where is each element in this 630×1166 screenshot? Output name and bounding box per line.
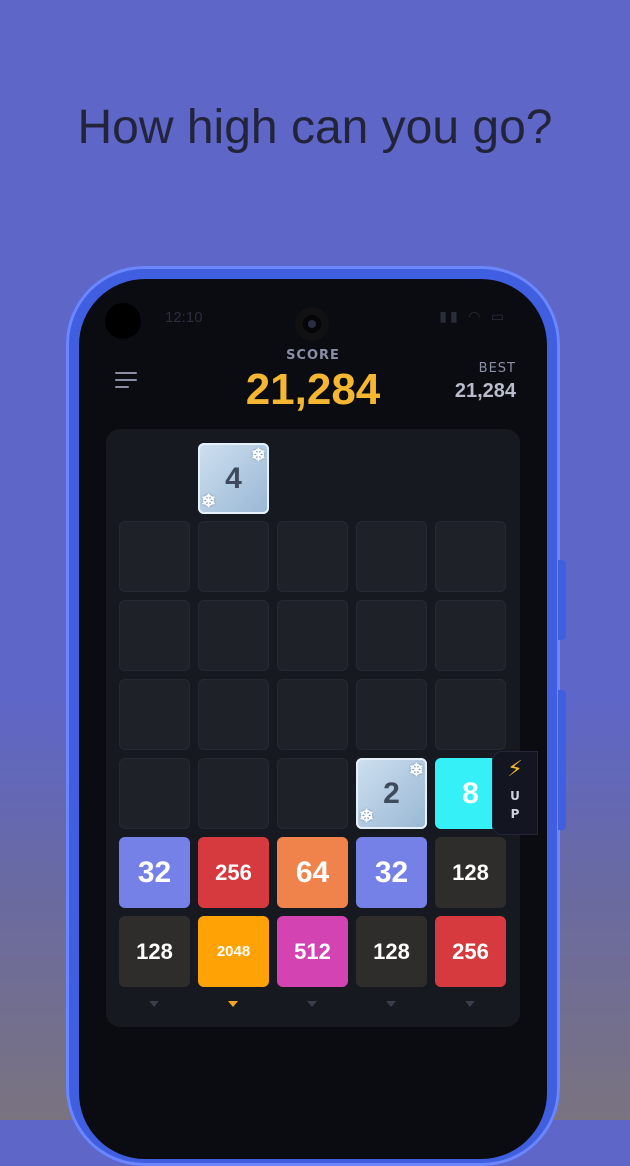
snowflake-icon: ❄ [201, 491, 217, 511]
tile-32: 32 [356, 837, 427, 908]
tile-256: 256 [435, 916, 506, 987]
tile-32: 32 [119, 837, 190, 908]
board-cell [435, 521, 506, 592]
lightning-icon: ⚡ [507, 757, 523, 782]
game-screen: 12:10 ▮▮ ◠ ▭ SCORE 21,284 BEST 21,284 2 ❄… [79, 279, 547, 1159]
next-tile: 4 ❄ ❄ [198, 443, 269, 514]
column-arrow-icon[interactable] [228, 1001, 238, 1007]
snowflake-icon: ❄ [250, 445, 266, 465]
board-cell [277, 758, 348, 829]
board-cell [356, 679, 427, 750]
board-cell [198, 679, 269, 750]
snowflake-icon: ❄ [408, 760, 424, 780]
column-arrow-icon[interactable] [386, 1001, 396, 1007]
headline: How high can you go? [77, 101, 553, 154]
board-cell [119, 521, 190, 592]
board-cell [356, 521, 427, 592]
board-cell [277, 521, 348, 592]
board-cell [356, 600, 427, 671]
snowflake-icon: ❄ [359, 806, 375, 826]
tile-2048: 2048 [198, 916, 269, 987]
board-cell [277, 600, 348, 671]
tile-128: 128 [119, 916, 190, 987]
powerup-letter: P [510, 807, 520, 821]
status-icons: ▮▮ ◠ ▭ [439, 309, 507, 325]
tile-512: 512 [277, 916, 348, 987]
best-value: 21,284 [454, 380, 516, 402]
tile-value: 4 [225, 461, 242, 495]
board-cell [198, 521, 269, 592]
score-label: SCORE [286, 348, 340, 363]
tile-2: 2 ❄ ❄ [356, 758, 427, 829]
tile-128: 128 [435, 837, 506, 908]
status-time: 12:10 [165, 309, 203, 326]
camera-cutout [105, 303, 141, 339]
front-camera [295, 307, 329, 341]
board-cell [119, 600, 190, 671]
board-cell [435, 600, 506, 671]
column-arrow-icon[interactable] [465, 1001, 475, 1007]
best-label: BEST [478, 361, 516, 376]
powerup-button[interactable]: ⚡ U P [492, 751, 538, 835]
tile-128: 128 [356, 916, 427, 987]
column-arrow-icon[interactable] [307, 1001, 317, 1007]
board-cell [277, 679, 348, 750]
board-cell [198, 600, 269, 671]
game-board[interactable]: 2 ❄ ❄ 8 32 256 64 32 128 128 2048 512 128 256 4 ❄ ❄ [106, 429, 520, 1027]
powerup-letter: U [510, 789, 520, 803]
power-button [558, 690, 566, 830]
board-cell [198, 758, 269, 829]
volume-button [558, 560, 566, 640]
board-cell [119, 758, 190, 829]
board-cell [435, 679, 506, 750]
tile-64: 64 [277, 837, 348, 908]
board-cell [119, 679, 190, 750]
tile-256: 256 [198, 837, 269, 908]
column-arrow-icon[interactable] [149, 1001, 159, 1007]
tile-value: 2 [383, 776, 400, 810]
